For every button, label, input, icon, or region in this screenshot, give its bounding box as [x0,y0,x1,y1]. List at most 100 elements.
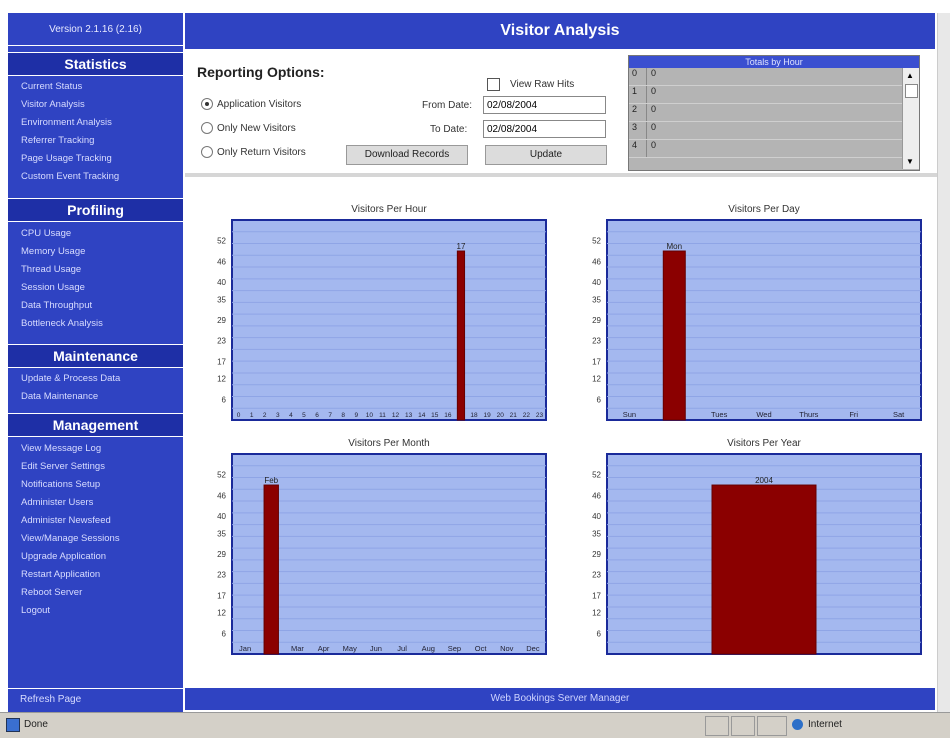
x-tick-label: Sat [893,410,905,419]
sidebar-item[interactable]: Visitor Analysis [8,96,183,114]
count-cell: 0 [651,86,657,96]
x-tick-label: 13 [405,412,413,419]
status-pane [757,716,787,736]
table-row: 30 [629,122,919,140]
y-tick-label: 35 [217,295,226,304]
hour-cell: 3 [629,122,647,139]
checkbox[interactable] [487,78,500,91]
y-tick-label: 12 [592,609,601,618]
y-tick-label: 17 [592,591,601,600]
x-tick-label: 16 [444,412,452,419]
x-tick-label: Sep [448,644,461,653]
radio-application-visitors[interactable]: Application Visitors [201,98,301,110]
sidebar-item[interactable]: Data Maintenance [8,388,183,406]
sidebar-item[interactable]: Reboot Server [8,584,183,602]
sidebar-section-profiling: Profiling [8,198,183,222]
sidebar-item[interactable]: Administer Newsfeed [8,512,183,530]
y-tick-label: 46 [217,257,226,266]
sidebar-section-list: Current Status Visitor Analysis Environmen… [8,78,183,186]
x-tick-label: 8 [341,412,345,419]
divider [185,173,937,177]
update-button[interactable]: Update [485,145,607,165]
x-tick-label: Aug [422,644,435,653]
sidebar-item[interactable]: Upgrade Application [8,548,183,566]
refresh-page-link[interactable]: Refresh Page [8,688,183,710]
bar-label: 17 [457,242,466,251]
x-tick-label: 4 [289,412,293,419]
sidebar-section-list: View Message Log Edit Server Settings Noti… [8,440,183,620]
to-date-input[interactable] [483,120,606,138]
y-tick-label: 40 [217,278,226,287]
y-tick-label: 40 [592,278,601,287]
x-tick-label: 19 [484,412,492,419]
sidebar-item[interactable]: View/Manage Sessions [8,530,183,548]
y-tick-label: 52 [217,237,226,246]
x-tick-label: 2 [263,412,267,419]
radio-button[interactable] [201,98,213,110]
y-tick-label: 35 [217,529,226,538]
chart-1: Visitors Per Day 6 12 17 23 29 35 40 46 52 Sun Mon T… [572,200,927,425]
sidebar-section-list: CPU Usage Memory Usage Thread Usage Session… [8,225,183,333]
bar-label: Feb [264,476,278,485]
scroll-thumb[interactable] [905,84,918,98]
x-tick-label: 10 [366,412,374,419]
radio-only-new-visitors[interactable]: Only New Visitors [201,122,296,134]
sidebar-item[interactable]: Restart Application [8,566,183,584]
x-tick-label: 23 [536,412,544,419]
x-tick-label: Wed [756,410,771,419]
sidebar-item[interactable]: Page Usage Tracking [8,150,183,168]
radio-button[interactable] [201,122,213,134]
x-tick-label: 7 [328,412,332,419]
hour-cell: 4 [629,140,647,157]
sidebar-item[interactable]: Current Status [8,78,183,96]
totals-scrollbar[interactable]: ▲ ▼ [902,68,919,169]
count-cell: 0 [651,68,657,78]
sidebar-item[interactable]: Environment Analysis [8,114,183,132]
y-tick-label: 17 [217,357,226,366]
chart-0: Visitors Per Hour 6 12 17 23 29 35 40 46 52 0 1 2 3 4 5… [197,200,552,425]
y-tick-label: 52 [592,471,601,480]
sidebar-item[interactable]: Custom Event Tracking [8,168,183,186]
sidebar-item[interactable]: Logout [8,602,183,620]
y-tick-label: 6 [597,395,602,404]
bar [711,484,817,655]
chart-svg: Visitors Per Month 6 12 17 23 29 35 40 46 52 Jan Fe… [217,438,547,655]
view-raw-hits-checkbox[interactable]: View Raw Hits [487,78,574,91]
y-tick-label: 46 [592,491,601,500]
sidebar-item[interactable]: Referrer Tracking [8,132,183,150]
download-records-button[interactable]: Download Records [346,145,468,165]
radio-only-return-visitors[interactable]: Only Return Visitors [201,146,306,158]
from-date-input[interactable] [483,96,606,114]
sidebar-item[interactable]: Update & Process Data [8,370,183,388]
scroll-up-icon[interactable]: ▲ [906,71,914,80]
table-row: 40 [629,140,919,158]
y-tick-label: 52 [592,237,601,246]
y-tick-label: 17 [592,357,601,366]
plot-area [606,219,922,421]
scroll-down-icon[interactable]: ▼ [906,157,914,166]
x-tick-label: 0 [237,412,241,419]
y-tick-label: 12 [217,609,226,618]
sidebar-item[interactable]: View Message Log [8,440,183,458]
x-tick-label: Jan [239,644,251,653]
x-tick-label: 18 [470,412,478,419]
sidebar-item[interactable]: Session Usage [8,279,183,297]
sidebar-item[interactable]: Data Throughput [8,297,183,315]
y-tick-label: 6 [222,395,227,404]
sidebar-item[interactable]: Thread Usage [8,261,183,279]
sidebar-item[interactable]: Notifications Setup [8,476,183,494]
x-tick-label: Mar [291,644,304,653]
bar-label: Mon [667,242,683,251]
count-cell: 0 [651,122,657,132]
sidebar-item[interactable]: CPU Usage [8,225,183,243]
sidebar-item[interactable]: Edit Server Settings [8,458,183,476]
page-scrollbar[interactable] [937,13,950,713]
x-tick-label: Tues [711,410,728,419]
sidebar-item[interactable]: Memory Usage [8,243,183,261]
view-raw-hits-label: View Raw Hits [510,79,575,90]
sidebar-item[interactable]: Bottleneck Analysis [8,315,183,333]
sidebar-section-management: Management [8,413,183,437]
sidebar-item[interactable]: Administer Users [8,494,183,512]
radio-button[interactable] [201,146,213,158]
status-pane [705,716,729,736]
